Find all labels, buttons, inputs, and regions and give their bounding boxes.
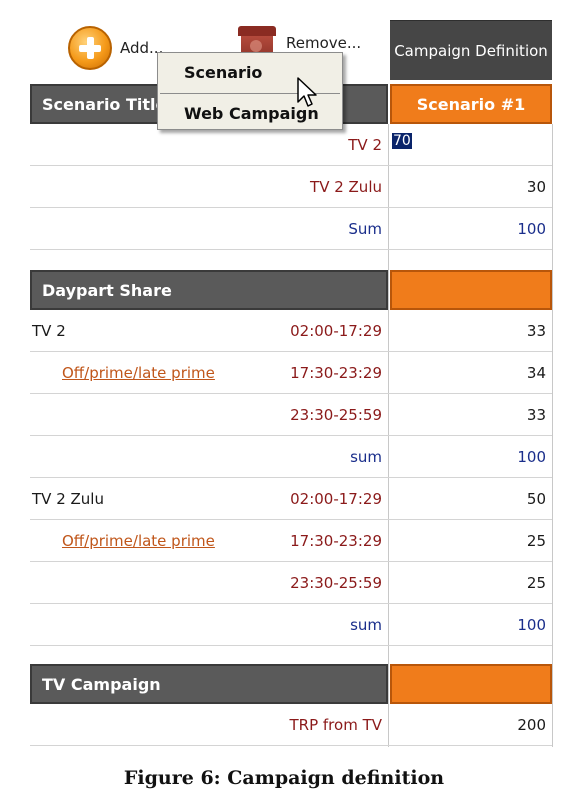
scenario-row-label: TV 2 (348, 136, 382, 154)
trp-label: TRP from TV (289, 716, 383, 734)
scenario-title-label: Scenario Title (42, 94, 167, 114)
figure-caption: Figure 6: Campaign definition (123, 767, 445, 789)
right-border (552, 124, 553, 747)
scenario-value-input[interactable]: 70 (392, 131, 412, 149)
daypart-time: 23:30-25:59 (290, 574, 382, 592)
daypart-time: 17:30-23:29 (290, 364, 382, 382)
daypart-profile-link[interactable]: Off/prime/late prime (62, 532, 215, 550)
add-icon (68, 26, 112, 70)
daypart-value[interactable]: 25 (392, 574, 546, 592)
sum-value: 100 (517, 616, 546, 634)
sum-value: 100 (517, 448, 546, 466)
scenario-row-value[interactable]: 30 (392, 178, 546, 196)
daypart-time: 23:30-25:59 (290, 406, 382, 424)
campaign-definition-tab[interactable]: Campaign Definition (390, 20, 552, 80)
daypart-value[interactable]: 33 (392, 322, 546, 340)
daypart-time: 17:30-23:29 (290, 532, 382, 550)
tv-campaign-label: TV Campaign (42, 674, 161, 694)
daypart-value[interactable]: 25 (392, 532, 546, 550)
sum-label: sum (350, 448, 382, 466)
daypart-time: 02:00-17:29 (290, 322, 382, 340)
remove-label: Remove... (286, 34, 362, 52)
trp-value[interactable]: 200 (392, 716, 546, 734)
mouse-cursor-icon (297, 77, 317, 107)
add-button[interactable]: Add... (68, 26, 163, 70)
daypart-value[interactable]: 33 (392, 406, 546, 424)
sum-value: 100 (517, 220, 546, 238)
daypart-value[interactable]: 34 (392, 364, 546, 382)
spacer-row (30, 646, 552, 664)
spacer-row (30, 250, 552, 270)
daypart-column-header (390, 270, 552, 310)
tv-campaign-column-header (390, 664, 552, 704)
scenario-row-label: TV 2 Zulu (310, 178, 382, 196)
sum-label: sum (350, 616, 382, 634)
tv-campaign-header: TV Campaign (30, 664, 388, 704)
daypart-share-header: Daypart Share (30, 270, 388, 310)
scenario-column-label: Scenario #1 (416, 94, 526, 114)
channel-label: TV 2 (32, 322, 66, 340)
scenario-column-header[interactable]: Scenario #1 (390, 84, 552, 124)
channel-label: TV 2 Zulu (32, 490, 104, 508)
daypart-profile-link[interactable]: Off/prime/late prime (62, 364, 215, 382)
daypart-time: 02:00-17:29 (290, 490, 382, 508)
daypart-value[interactable]: 50 (392, 490, 546, 508)
menu-item-scenario[interactable]: Scenario (184, 63, 262, 82)
daypart-share-label: Daypart Share (42, 280, 172, 300)
sum-label: Sum (348, 220, 382, 238)
